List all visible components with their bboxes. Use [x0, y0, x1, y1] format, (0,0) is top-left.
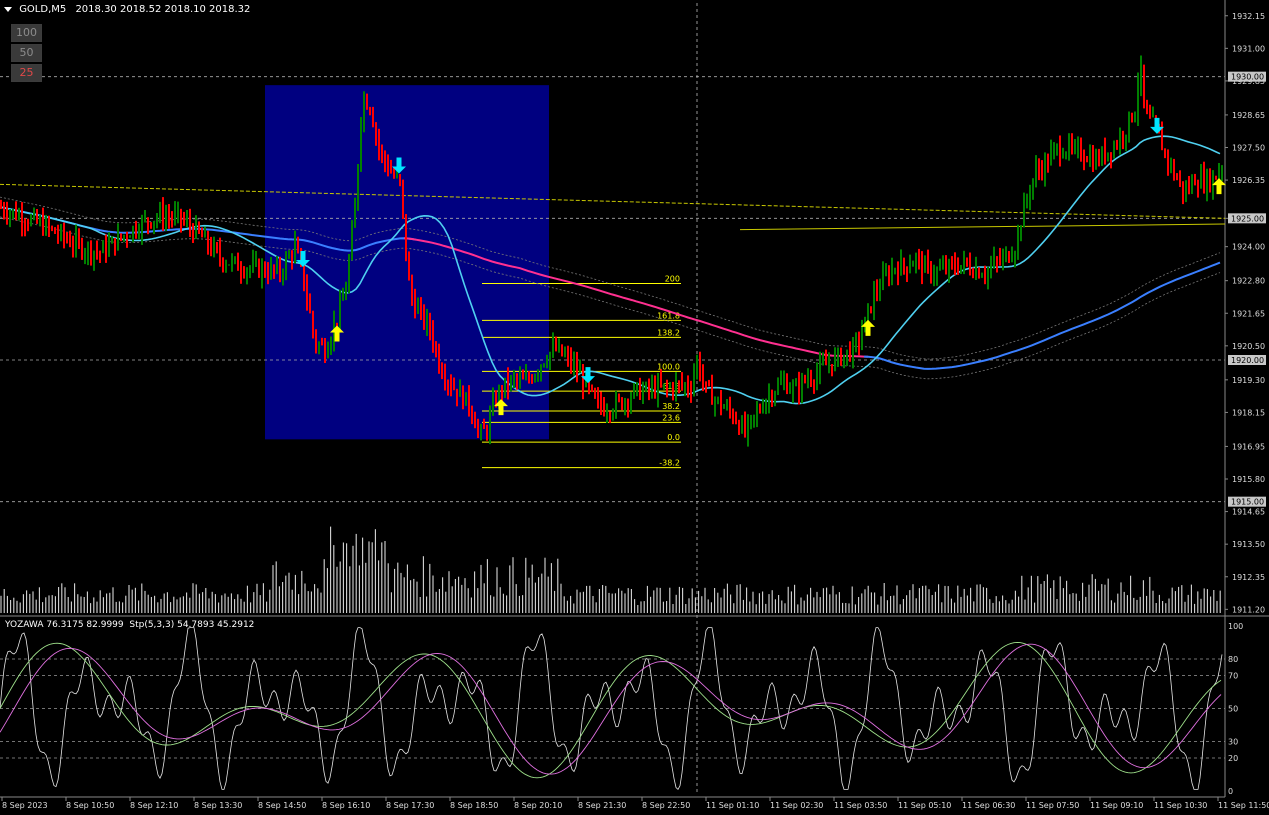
fib-level-label: -38.2: [659, 459, 680, 468]
time-tick-label: 11 Sep 02:30: [770, 801, 823, 810]
price-tick-label: 1914.65: [1232, 508, 1265, 517]
price-axis: 1932.151931.001929.851928.651927.501926.…: [1225, 12, 1266, 796]
price-tick-label: 1924.00: [1232, 243, 1265, 252]
time-tick-label: 8 Sep 12:10: [130, 801, 178, 810]
time-tick-label: 8 Sep 2023: [2, 801, 48, 810]
time-tick-label: 8 Sep 16:10: [322, 801, 370, 810]
oscillator-level-label: 0: [1228, 787, 1233, 796]
price-tick-label: 1912.35: [1232, 573, 1265, 582]
scale-button-100[interactable]: 100: [11, 24, 42, 42]
price-tick-label: 1920.50: [1232, 342, 1265, 351]
time-tick-label: 11 Sep 05:10: [898, 801, 951, 810]
symbol-label: GOLD,M5: [19, 4, 67, 15]
time-tick-label: 11 Sep 01:10: [706, 801, 759, 810]
time-tick-label: 8 Sep 14:50: [258, 801, 306, 810]
price-level-badge-label: 1915.00: [1231, 498, 1264, 507]
time-tick-label: 8 Sep 22:50: [642, 801, 690, 810]
scale-button-50[interactable]: 50: [11, 44, 42, 62]
price-level-badge-label: 1925.00: [1231, 214, 1264, 223]
price-chart[interactable]: 200161.8138.2100.061.838.223.60.0-38.2 1…: [0, 0, 1269, 815]
oscillator-level-label: 80: [1228, 655, 1238, 664]
buy-arrow-icon: [1212, 178, 1226, 195]
time-tick-label: 11 Sep 10:30: [1154, 801, 1207, 810]
price-tick-label: 1932.15: [1232, 12, 1265, 21]
price-tick-label: 1922.80: [1232, 277, 1265, 286]
time-tick-label: 8 Sep 18:50: [450, 801, 498, 810]
time-tick-label: 11 Sep 09:10: [1090, 801, 1143, 810]
volume-histogram: [0, 526, 1221, 613]
time-tick-label: 8 Sep 20:10: [514, 801, 562, 810]
fib-level-label: 23.6: [662, 413, 680, 422]
fib-level-label: 200: [665, 275, 680, 284]
price-tick-label: 1928.65: [1232, 111, 1265, 120]
fib-level-label: 0.0: [667, 433, 680, 442]
buy-arrow-icon: [861, 319, 875, 336]
oscillator-level-label: 30: [1228, 738, 1238, 747]
envelope-lower: [0, 216, 1221, 380]
fib-level-label: 138.2: [657, 328, 680, 337]
trading-chart-window: 200 161.8 138.2 100.0 61.8 38.2 23.6 0.0 -38.2 1…: [0, 0, 1269, 815]
stochastic-oscillator: [0, 627, 1225, 791]
time-tick-label: 11 Sep 03:50: [834, 801, 887, 810]
price-tick-label: 1919.30: [1232, 376, 1265, 385]
price-tick-label: 1915.80: [1232, 475, 1265, 484]
oscillator-level-label: 20: [1228, 754, 1238, 763]
time-tick-label: 11 Sep 06:30: [962, 801, 1015, 810]
oscillator-level-label: 100: [1228, 622, 1243, 631]
time-tick-label: 8 Sep 10:50: [66, 801, 114, 810]
time-tick-label: 8 Sep 21:30: [578, 801, 626, 810]
oscillator-level-label: 50: [1228, 705, 1238, 714]
price-level-badge-label: 1930.00: [1231, 73, 1264, 82]
price-level-badge-label: 1920.00: [1231, 356, 1264, 365]
price-tick-label: 1926.35: [1232, 176, 1265, 185]
price-tick-label: 1918.15: [1232, 408, 1265, 417]
slow-moving-average-right: [863, 261, 1221, 370]
price-tick-label: 1931.00: [1232, 44, 1265, 53]
price-bars: [0, 55, 1223, 447]
time-axis: 8 Sep 2023 8 Sep 10:50 8 Sep 12:10 8 Sep 13…: [1, 797, 1269, 810]
oscillator-level-label: 70: [1228, 672, 1238, 681]
chart-header: GOLD,M5 2018.30 2018.52 2018.10 2018.32: [4, 4, 250, 18]
price-tick-label: 1927.50: [1232, 144, 1265, 153]
time-tick-label: 11 Sep 07:50: [1026, 801, 1079, 810]
triangle-down-icon[interactable]: [4, 6, 12, 12]
price-tick-label: 1913.50: [1232, 540, 1265, 549]
price-tick-label: 1916.95: [1232, 442, 1265, 451]
time-tick-label: 8 Sep 17:30: [386, 801, 434, 810]
price-tick-label: 1911.20: [1232, 605, 1265, 614]
fib-level-label: 38.2: [662, 402, 680, 411]
scale-button-25[interactable]: 25: [11, 64, 42, 82]
time-tick-label: 8 Sep 13:30: [194, 801, 242, 810]
oscillator-header: YOZAWA 76.3175 82.9999 Stp(5,3,3) 54.789…: [5, 620, 255, 630]
quote-values: 2018.30 2018.52 2018.10 2018.32: [75, 4, 251, 15]
price-tick-label: 1921.65: [1232, 309, 1265, 318]
time-tick-label: 11 Sep 11:50: [1218, 801, 1269, 810]
trend-line-2[interactable]: [739, 223, 1226, 231]
